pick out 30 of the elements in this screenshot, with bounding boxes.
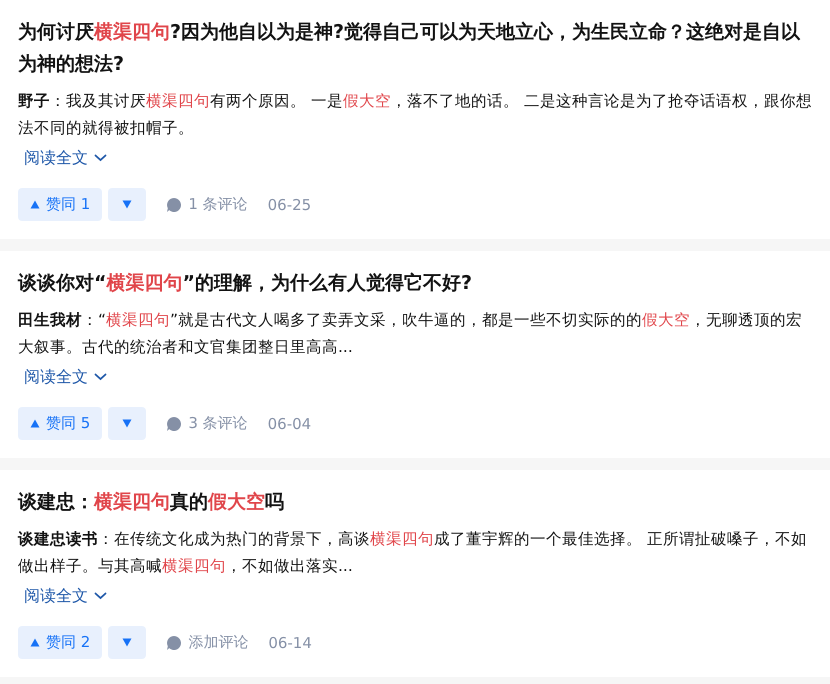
triangle-up-icon bbox=[30, 638, 40, 647]
chevron-down-icon bbox=[94, 373, 107, 381]
upvote-button[interactable]: 赞同 5 bbox=[18, 407, 102, 440]
triangle-down-icon bbox=[122, 200, 132, 209]
question-title[interactable]: 谈建忠：横渠四句真的假大空吗 bbox=[18, 486, 812, 518]
answer-excerpt: 谈建忠读书：在传统文化成为热门的背景下，高谈横渠四句成了董宇辉的一个最佳选择。 正所谓扯破嗓子，不如做出样子。与其高喊横渠四句，不如做出落实... bbox=[18, 529, 808, 577]
comment-icon bbox=[166, 634, 182, 650]
downvote-button[interactable] bbox=[108, 188, 146, 221]
read-more-link[interactable]: 阅读全文 bbox=[24, 365, 88, 389]
triangle-up-icon bbox=[30, 200, 40, 209]
chevron-down-icon bbox=[94, 592, 107, 600]
question-title[interactable]: 为何讨厌横渠四句?因为他自以为是神?觉得自己可以为天地立心，为生民立命？这绝对是自以为神的想法? bbox=[18, 16, 812, 80]
read-more-link[interactable]: 阅读全文 bbox=[24, 584, 88, 608]
triangle-up-icon bbox=[30, 419, 40, 428]
upvote-button[interactable]: 赞同 1 bbox=[18, 188, 102, 221]
read-more-link[interactable]: 阅读全文 bbox=[24, 146, 88, 170]
downvote-button[interactable] bbox=[108, 626, 146, 659]
downvote-button[interactable] bbox=[108, 407, 146, 440]
comment-icon bbox=[166, 196, 182, 212]
chevron-down-icon bbox=[94, 154, 107, 162]
answer-date: 06-04 bbox=[268, 414, 312, 432]
comment-icon bbox=[166, 416, 182, 432]
upvote-button[interactable]: 赞同 2 bbox=[18, 626, 102, 659]
triangle-down-icon bbox=[122, 419, 132, 428]
answer-date: 06-25 bbox=[268, 196, 312, 214]
question-title[interactable]: 谈谈你对“横渠四句”的理解，为什么有人觉得它不好? bbox=[18, 267, 812, 299]
answer-date: 06-14 bbox=[268, 634, 312, 652]
triangle-down-icon bbox=[122, 638, 132, 647]
answer-excerpt: 野子：我及其讨厌横渠四句有两个原因。 一是假大空，落不了地的话。 二是这种言论是为了抢夺话语权，跟你想法不同的就得被扣帽子。 bbox=[18, 91, 812, 139]
answer-excerpt: 田生我材：“横渠四句”就是古代文人喝多了卖弄文采，吹牛逼的，都是一些不切实际的的假大空，无聊透顶的宏大叙事。古代的统治者和文官集团整日里高高... bbox=[18, 310, 804, 358]
